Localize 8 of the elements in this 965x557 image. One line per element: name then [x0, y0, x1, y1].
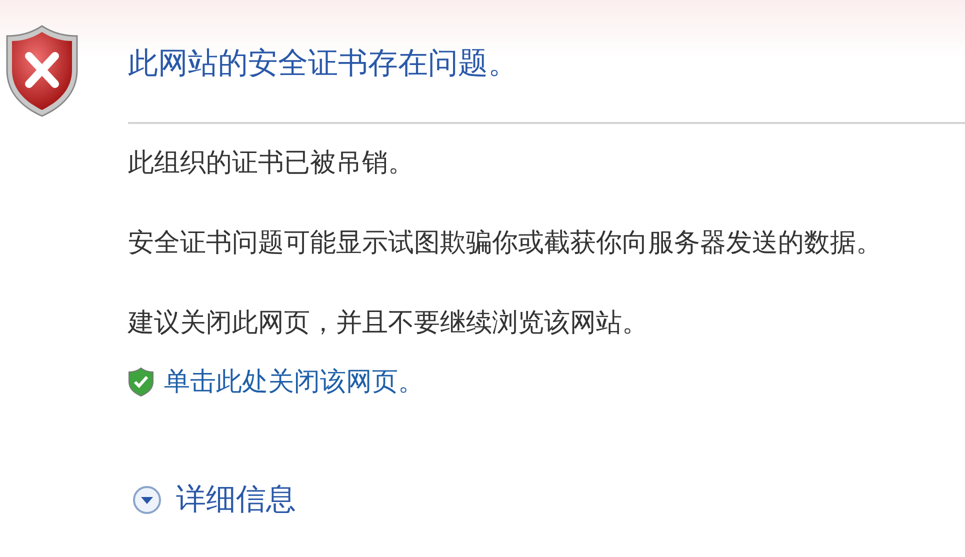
- check-shield-icon: [128, 366, 154, 396]
- close-page-link[interactable]: 单击此处关闭该网页。: [164, 364, 424, 399]
- message-text: 安全证书问题可能显示试图欺骗你或截获你向服务器发送的数据。: [128, 227, 883, 260]
- message-text: 建议关闭此网页，并且不要继续浏览该网站。: [128, 307, 649, 340]
- message-text: 此组织的证书已被吊销。: [128, 147, 415, 180]
- page-title: 此网站的安全证书存在问题。: [128, 45, 519, 83]
- error-shield-icon: [4, 24, 80, 118]
- details-toggle[interactable]: 详细信息: [176, 479, 296, 520]
